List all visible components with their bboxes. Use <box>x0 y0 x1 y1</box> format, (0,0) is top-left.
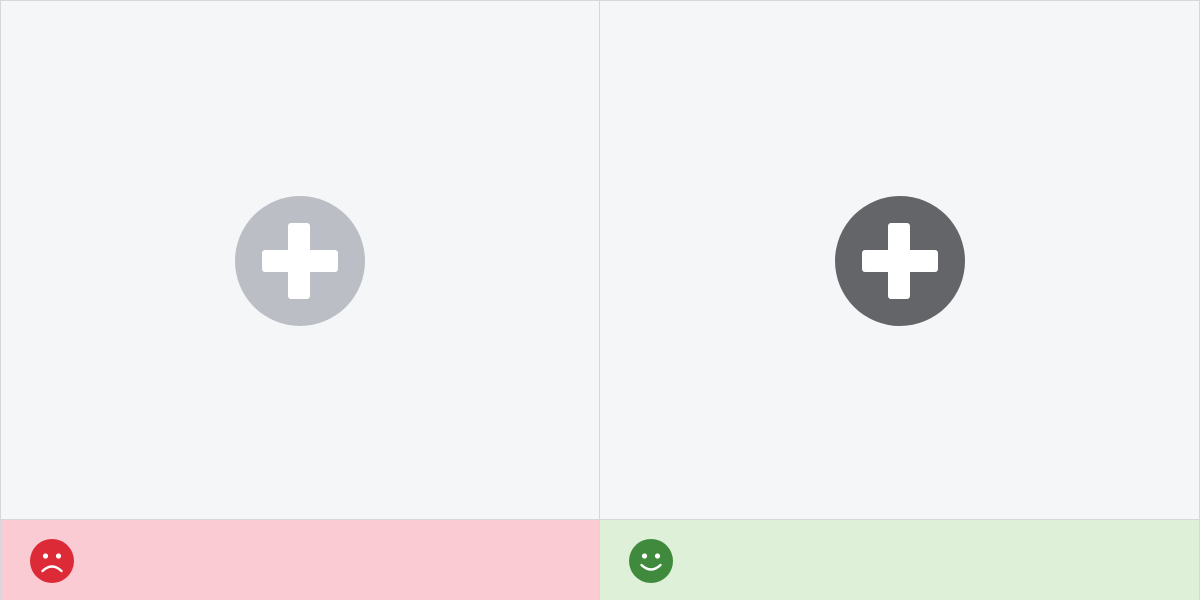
happy-face-circle <box>629 539 673 583</box>
do-dont-comparison <box>0 0 1200 600</box>
dont-example-canvas <box>1 1 599 520</box>
dont-example-panel <box>0 0 600 600</box>
sad-face-right-eye <box>55 553 62 559</box>
do-add-button[interactable] <box>834 195 966 327</box>
do-verdict-bar <box>600 520 1199 600</box>
sad-face-left-eye <box>42 553 49 559</box>
plus-circle-icon <box>834 196 965 326</box>
plus-horizontal-bar <box>262 250 338 272</box>
do-example-panel <box>600 0 1200 600</box>
happy-face-icon <box>628 538 674 584</box>
do-example-canvas <box>600 1 1199 520</box>
happy-face-left-eye <box>641 553 648 559</box>
dont-verdict-bar <box>1 520 599 600</box>
happy-face-right-eye <box>654 553 661 559</box>
sad-face-circle <box>30 539 74 583</box>
plus-circle-icon <box>235 196 365 326</box>
sad-face-icon <box>29 538 75 584</box>
plus-horizontal-bar <box>861 250 938 272</box>
dont-add-button[interactable] <box>234 195 366 327</box>
